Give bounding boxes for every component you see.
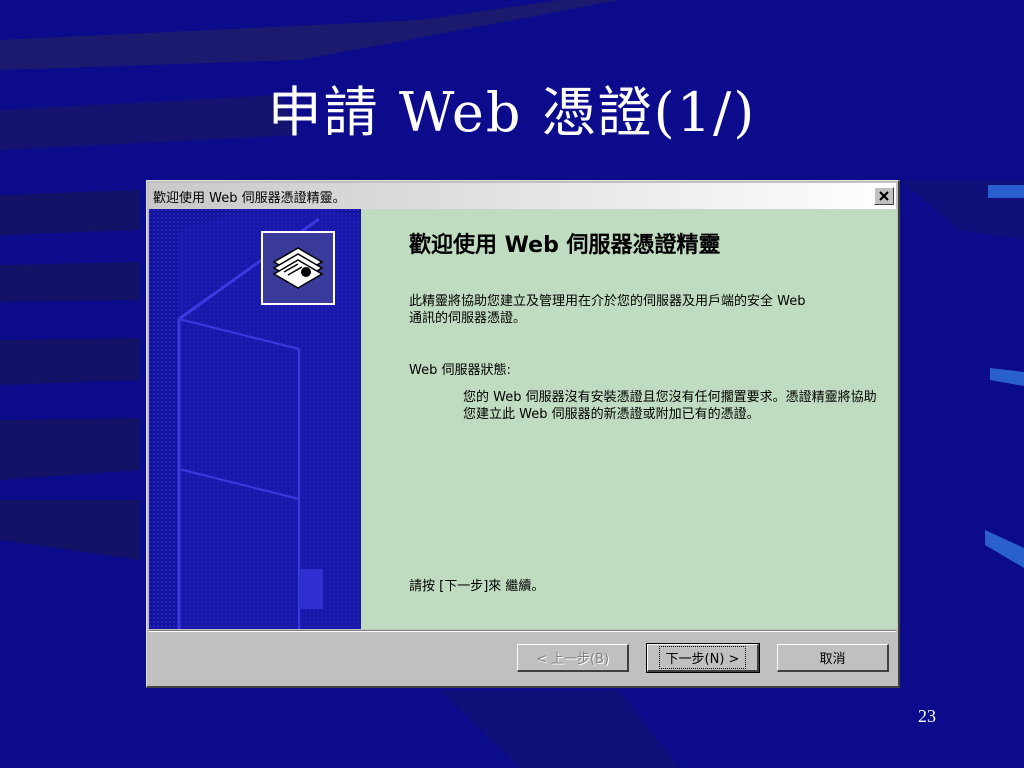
dialog-titlebar[interactable]: 歡迎使用 Web 伺服器憑證精靈。 xyxy=(149,183,896,209)
wizard-intro-text: 此精靈將協助您建立及管理用在介於您的伺服器及用戶端的安全 Web 通訊的伺服器憑… xyxy=(409,294,806,326)
wizard-content: 歡迎使用 Web 伺服器憑證精靈 此精靈將協助您建立及管理用在介於您的伺服器及用… xyxy=(361,209,897,629)
slide-title: 申請 Web 憑證(1/) xyxy=(267,81,757,144)
next-button[interactable]: 下一步(N) > xyxy=(646,643,760,673)
server-status-text: 您的 Web 伺服器沒有安裝憑證且您沒有任何擱置要求。憑證精靈將協助您建立此 W… xyxy=(463,390,877,422)
back-button[interactable]: < 上一步(B) xyxy=(517,644,629,672)
next-button-label: 下一步(N) > xyxy=(658,646,747,669)
page-number: 23 xyxy=(918,706,936,726)
next-hint-text: 請按 [下一步]來 繼續。 xyxy=(409,579,545,594)
close-icon xyxy=(879,191,889,201)
close-button[interactable] xyxy=(874,187,894,205)
dialog-title: 歡迎使用 Web 伺服器憑證精靈。 xyxy=(153,190,346,206)
server-status-label: Web 伺服器狀態: xyxy=(409,363,511,378)
certificate-icon xyxy=(261,231,335,305)
wizard-heading: 歡迎使用 Web 伺服器憑證精靈 xyxy=(409,233,721,258)
wizard-side-panel xyxy=(149,209,361,629)
wizard-dialog: 歡迎使用 Web 伺服器憑證精靈。 歡迎使用 Web 伺服器憑證精靈 此精靈將協… xyxy=(146,180,900,688)
cancel-button[interactable]: 取消 xyxy=(777,644,889,672)
button-separator xyxy=(149,630,896,632)
